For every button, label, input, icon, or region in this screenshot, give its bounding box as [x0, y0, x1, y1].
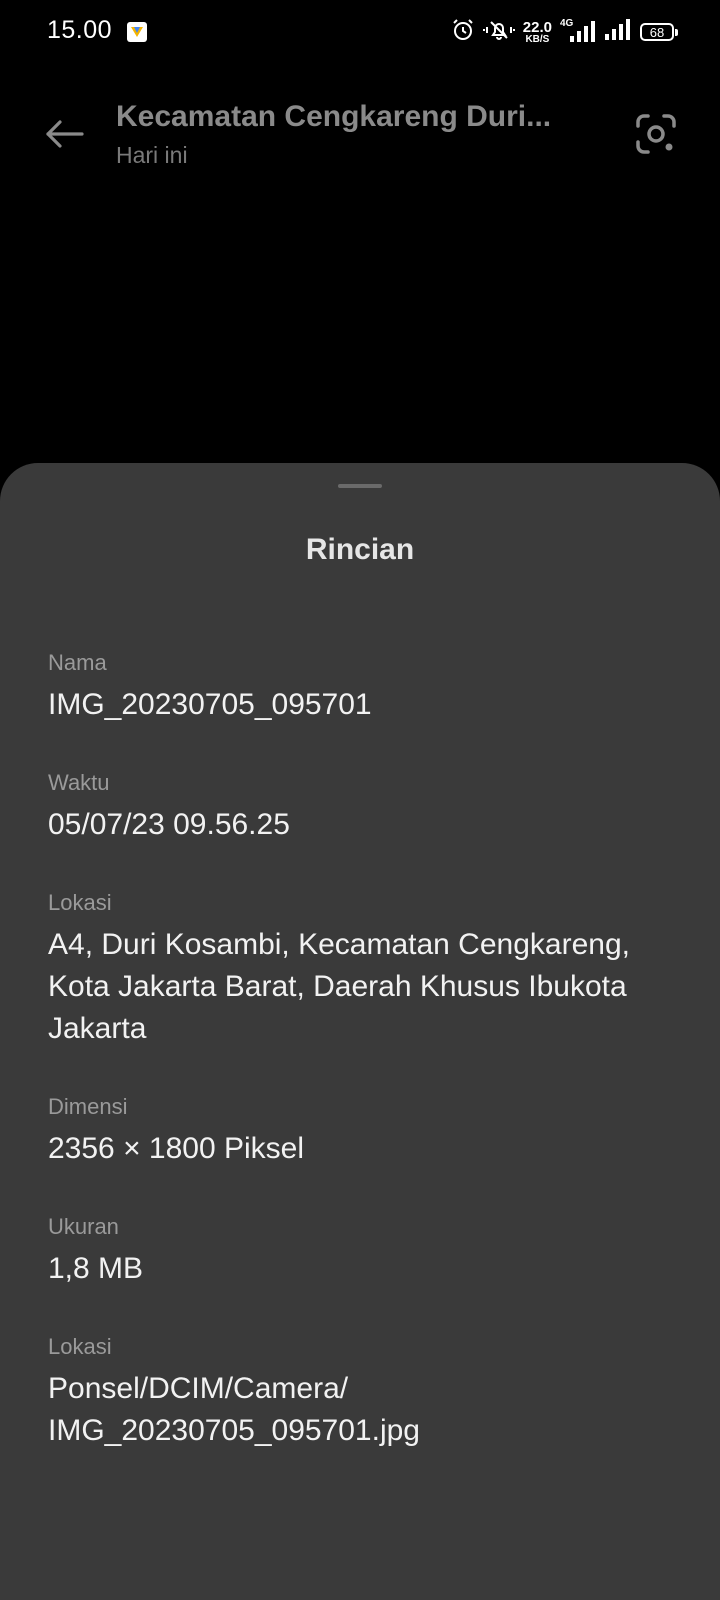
drag-handle[interactable]	[338, 484, 382, 488]
detail-label: Nama	[48, 650, 107, 675]
details-list: Nama IMG_20230705_095701 Waktu 05/07/23 …	[48, 648, 680, 1494]
detail-dimension: Dimensi 2356 × 1800 Piksel	[48, 1092, 680, 1170]
signal-icon	[604, 18, 632, 47]
detail-size: Ukuran 1,8 MB	[48, 1212, 680, 1290]
arrow-left-icon	[46, 120, 84, 148]
app-bar: Kecamatan Cengkareng Duri... Hari ini	[0, 90, 720, 180]
detail-value: 05/07/23 09.56.25	[48, 808, 290, 841]
detail-path: Lokasi Ponsel/DCIM/Camera/ IMG_20230705_…	[48, 1332, 680, 1452]
status-time: 15.00	[47, 16, 113, 44]
detail-time: Waktu 05/07/23 09.56.25	[48, 768, 680, 846]
status-icons: 22.0 KB/S 4G 68	[451, 14, 678, 50]
detail-label: Dimensi	[48, 1094, 128, 1119]
detail-value: A4, Duri Kosambi, Kecamatan Cengkareng, …	[48, 928, 630, 1045]
detail-name: Nama IMG_20230705_095701	[48, 648, 680, 726]
detail-value: 2356 × 1800 Piksel	[48, 1132, 305, 1165]
status-bar: 15.00 22.0 KB/S 4G 68	[0, 0, 720, 64]
signal-4g-icon: 4G	[560, 18, 596, 44]
page-title: Kecamatan Cengkareng Duri...	[116, 100, 552, 133]
screen: 15.00 22.0 KB/S 4G 68 Kecamatan Cengkare…	[0, 0, 720, 1600]
page-subtitle: Hari ini	[116, 142, 188, 168]
network-speed: 22.0 KB/S	[523, 20, 552, 45]
mute-vibrate-icon	[482, 18, 515, 47]
battery-icon: 68	[640, 23, 678, 41]
sheet-title: Rincian	[305, 533, 415, 566]
lens-scan-icon	[636, 114, 676, 154]
detail-label: Lokasi	[48, 1334, 112, 1359]
alarm-icon	[451, 18, 475, 47]
detail-label: Lokasi	[48, 890, 112, 915]
notification-app-icon	[127, 22, 147, 42]
network-speed-value: 22.0	[522, 18, 552, 36]
battery-level: 68	[649, 24, 665, 40]
detail-value: 1,8 MB	[48, 1252, 144, 1285]
back-button[interactable]	[40, 110, 88, 158]
lens-button[interactable]	[632, 110, 680, 158]
title-block: Kecamatan Cengkareng Duri... Hari ini	[116, 100, 556, 169]
detail-label: Waktu	[48, 770, 110, 795]
detail-value: IMG_20230705_095701	[48, 688, 372, 721]
detail-location: Lokasi A4, Duri Kosambi, Kecamatan Cengk…	[48, 888, 680, 1050]
network-speed-unit: KB/S	[525, 33, 550, 45]
detail-label: Ukuran	[48, 1214, 119, 1239]
details-sheet: Rincian Nama IMG_20230705_095701 Waktu 0…	[0, 463, 720, 1600]
detail-value: Ponsel/DCIM/Camera/ IMG_20230705_095701.…	[48, 1372, 420, 1447]
